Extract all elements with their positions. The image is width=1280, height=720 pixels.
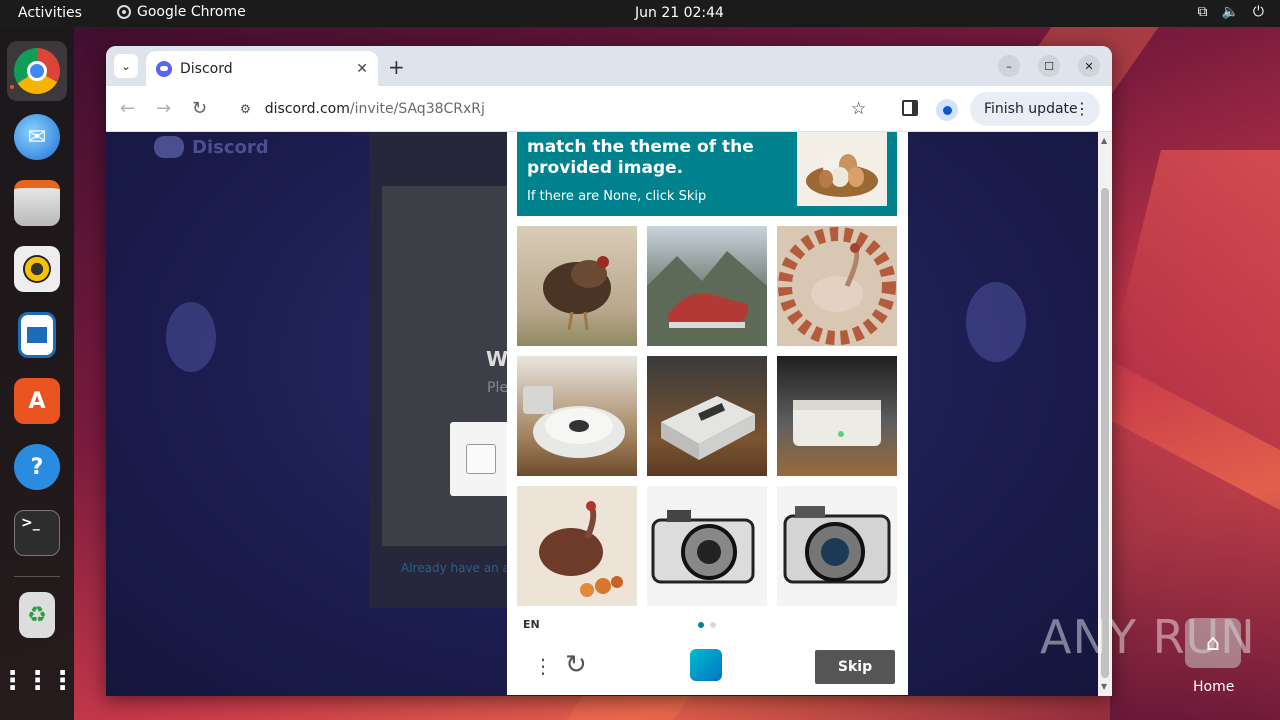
- captcha-menu-icon[interactable]: ⋮: [533, 654, 553, 678]
- top-bar: Activities Google Chrome Jun 21 02:44 ⧉ …: [0, 0, 1280, 27]
- help-icon: ?: [14, 444, 60, 490]
- captcha-refresh-icon[interactable]: ↻: [565, 650, 587, 680]
- dock-writer[interactable]: [7, 305, 67, 365]
- app-menu[interactable]: Google Chrome: [117, 4, 246, 20]
- captcha-page-dot: [710, 622, 716, 628]
- chevron-down-icon: ⌄: [120, 59, 132, 73]
- address-bar[interactable]: ⚙ discord.com/invite/SAq38CRxRj: [226, 92, 880, 126]
- back-button[interactable]: ←: [120, 98, 135, 119]
- terminal-icon: >_: [14, 510, 60, 556]
- dock-chrome[interactable]: [7, 41, 67, 101]
- tab-search-button[interactable]: ⌄: [114, 54, 138, 78]
- captcha-cell-camera-sketch[interactable]: [647, 486, 767, 606]
- dock-rhythmbox[interactable]: [7, 239, 67, 299]
- clock[interactable]: Jun 21 02:44: [635, 5, 724, 21]
- decor-orb: [166, 302, 216, 372]
- url-domain: discord.com: [264, 101, 350, 117]
- dock-files[interactable]: [7, 173, 67, 233]
- power-icon: ⏻: [1252, 4, 1264, 20]
- close-tab-icon[interactable]: ✕: [356, 61, 368, 77]
- forward-button[interactable]: →: [156, 98, 171, 119]
- tab-strip: ⌄ Discord ✕ + – ☐ ✕: [106, 46, 1112, 86]
- tab-discord[interactable]: Discord ✕: [146, 51, 378, 86]
- site-settings-icon[interactable]: ⚙: [240, 102, 251, 116]
- captcha-cell-sneaker[interactable]: [647, 226, 767, 346]
- captcha-cell-turkey-flowers[interactable]: [777, 226, 897, 346]
- browser-toolbar: ← → ↻ ⚙ discord.com/invite/SAq38CRxRj ☆ …: [106, 86, 1112, 132]
- volume-icon: 🔈: [1221, 4, 1239, 20]
- home-folder-label: Home: [1193, 679, 1235, 695]
- captcha-cell-turkey-autumn[interactable]: [517, 486, 637, 606]
- dock-help[interactable]: ?: [7, 437, 67, 497]
- captcha-question: match the theme of the provided image.: [527, 137, 754, 178]
- more-menu-icon[interactable]: ⋮: [1074, 99, 1090, 118]
- tab-title: Discord: [180, 60, 233, 77]
- dock-app-center[interactable]: A: [7, 371, 67, 431]
- reload-button[interactable]: ↻: [192, 98, 207, 119]
- writer-icon: [18, 312, 56, 358]
- captcha-sample-image: [797, 132, 887, 206]
- chrome-icon: [14, 48, 60, 94]
- dock-trash[interactable]: ♻: [7, 585, 67, 645]
- captcha-page-dot-active: [698, 622, 704, 628]
- captcha-cell-turkey[interactable]: [517, 226, 637, 346]
- bookmark-star-icon[interactable]: ☆: [851, 99, 866, 119]
- maximize-button[interactable]: ☐: [1038, 55, 1060, 77]
- trash-icon: ♻: [19, 592, 55, 638]
- captcha-cell-device-white[interactable]: [777, 356, 897, 476]
- dock-separator: [14, 576, 60, 577]
- captcha-checkbox[interactable]: [466, 444, 496, 474]
- decor-orb: [966, 282, 1026, 362]
- close-window-button[interactable]: ✕: [1078, 55, 1100, 77]
- network-icon: ⧉: [1197, 4, 1208, 20]
- dock-thunderbird[interactable]: ✉: [7, 107, 67, 167]
- profile-avatar[interactable]: [936, 99, 958, 121]
- discord-logo-text: Discord: [192, 136, 269, 158]
- captcha-skip-button[interactable]: Skip: [815, 650, 895, 684]
- url-text: discord.com/invite/SAq38CRxRj: [265, 101, 485, 117]
- dock-show-apps[interactable]: ⋮⋮⋮: [0, 651, 76, 711]
- discord-logo-icon: [154, 136, 184, 158]
- running-indicator: [10, 85, 14, 89]
- captcha-cell-robot-vacuum[interactable]: [517, 356, 637, 476]
- discord-logo[interactable]: Discord: [154, 136, 269, 158]
- captcha-hint: If there are None, click Skip: [527, 189, 707, 204]
- finish-update-button[interactable]: Finish update ⋮: [970, 92, 1100, 126]
- captcha-cell-camera-sketch-2[interactable]: [777, 486, 897, 606]
- finish-update-label: Finish update: [984, 101, 1078, 117]
- new-tab-button[interactable]: +: [388, 55, 405, 79]
- activities-button[interactable]: Activities: [18, 5, 82, 21]
- rhythmbox-icon: [14, 246, 60, 292]
- hcaptcha-logo-icon[interactable]: [690, 649, 722, 681]
- grid-icon: ⋮⋮⋮: [0, 666, 76, 696]
- app-center-icon: A: [14, 378, 60, 424]
- captcha-cell-device-box[interactable]: [647, 356, 767, 476]
- scroll-up-arrow-icon[interactable]: ▲: [1101, 136, 1107, 145]
- app-name: Google Chrome: [137, 4, 246, 20]
- url-path: /invite/SAq38CRxRj: [349, 101, 485, 117]
- discord-favicon-icon: [156, 60, 172, 77]
- dock: ✉ A ? >_ ♻ ⋮⋮⋮: [0, 27, 76, 720]
- thunderbird-icon: ✉: [14, 114, 60, 160]
- minimize-button[interactable]: –: [998, 55, 1020, 77]
- scrollbar-thumb[interactable]: [1101, 188, 1109, 678]
- files-icon: [14, 180, 60, 226]
- captcha-challenge: match the theme of the provided image. I…: [507, 132, 908, 695]
- captcha-prompt: match the theme of the provided image. I…: [517, 132, 897, 216]
- dock-terminal[interactable]: >_: [7, 503, 67, 563]
- invite-subtext: Ple: [487, 380, 508, 396]
- invite-heading: W: [486, 347, 509, 371]
- scroll-down-arrow-icon[interactable]: ▼: [1101, 682, 1107, 691]
- side-panel-icon[interactable]: [902, 100, 918, 116]
- system-tray[interactable]: ⧉ 🔈 ⏻: [1197, 4, 1264, 20]
- home-folder-icon[interactable]: ⌂: [1185, 618, 1241, 668]
- captcha-language-selector[interactable]: EN: [523, 618, 540, 631]
- already-have-account-link[interactable]: Already have an a: [401, 561, 510, 575]
- chrome-small-icon: [117, 5, 131, 19]
